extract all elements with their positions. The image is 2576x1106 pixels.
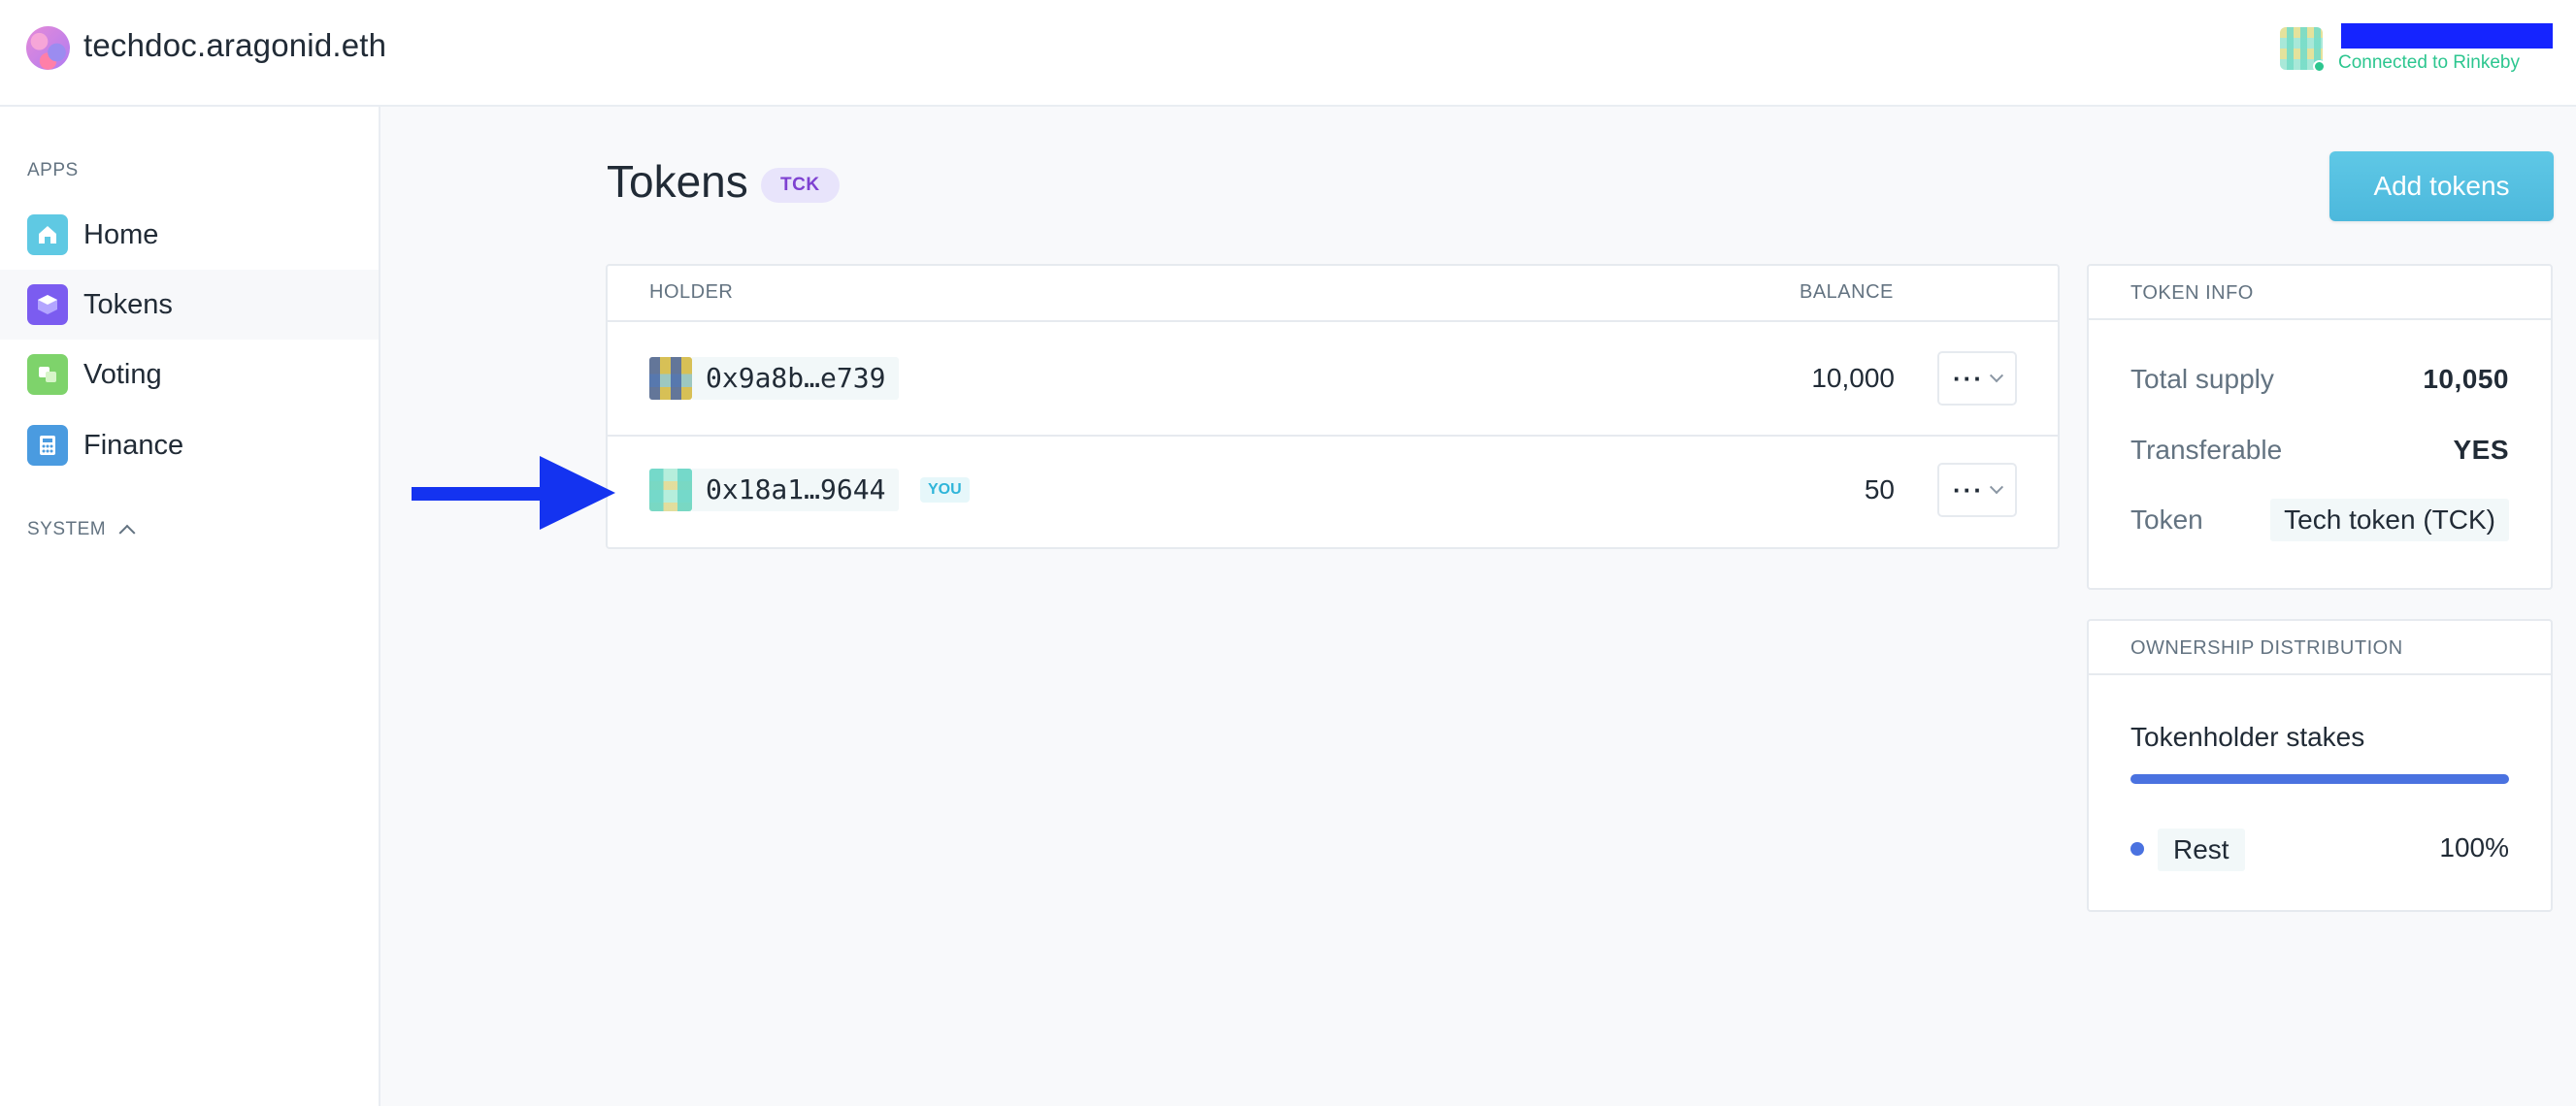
stakes-bar-fill <box>2130 774 2509 784</box>
org-name[interactable]: techdoc.aragonid.eth <box>83 27 386 64</box>
table-row: 0x9a8b…e739 10,000 ··· <box>608 322 2058 435</box>
transferable-row: Transferable YES <box>2130 429 2509 472</box>
sidebar-item-label: Home <box>83 218 159 250</box>
holder-actions-button[interactable]: ··· <box>1937 463 2017 517</box>
transferable-value: YES <box>2453 435 2509 465</box>
finance-icon <box>27 425 68 466</box>
holder-actions-button[interactable]: ··· <box>1937 351 2017 406</box>
sidebar-item-tokens[interactable]: Tokens <box>0 270 379 340</box>
legend-dot <box>2130 842 2144 856</box>
holder-identicon <box>649 469 692 511</box>
legend-percentage: 100% <box>2439 832 2509 862</box>
token-info-heading: TOKEN INFO <box>2089 266 2551 320</box>
more-icon: ··· <box>1953 474 1984 504</box>
token-symbol-badge: TCK <box>761 168 840 203</box>
app-header: techdoc.aragonid.eth Connected to Rinkeb… <box>0 0 2576 107</box>
org-avatar[interactable] <box>26 26 70 70</box>
ownership-distribution-panel: OWNERSHIP DISTRIBUTION Tokenholder stake… <box>2087 619 2553 912</box>
page-title: Tokens <box>607 156 748 207</box>
chevron-down-icon <box>1989 369 2004 383</box>
system-section-toggle[interactable]: SYSTEM <box>27 519 136 541</box>
you-badge: YOU <box>920 477 970 503</box>
holder-address[interactable]: 0x18a1…9644 <box>692 469 900 511</box>
sidebar-item-label: Finance <box>83 429 184 461</box>
connection-status: Connected to Rinkeby <box>2338 52 2520 73</box>
annotation-arrow-icon <box>412 456 615 530</box>
sidebar: APPS Home Tokens Voting Finance SYSTEM <box>0 107 380 1106</box>
holders-table: HOLDER BALANCE 0x9a8b…e739 10,000 ··· 0x… <box>606 264 2060 549</box>
tokens-icon <box>27 284 68 325</box>
system-heading: SYSTEM <box>27 519 107 539</box>
stakes-title: Tokenholder stakes <box>2130 722 2365 752</box>
total-supply-row: Total supply 10,050 <box>2130 358 2509 401</box>
stakes-bar <box>2130 774 2509 784</box>
token-label: Token <box>2130 504 2203 535</box>
main-content <box>380 107 2576 1106</box>
add-tokens-button[interactable]: Add tokens <box>2329 151 2554 221</box>
apps-heading: APPS <box>27 160 79 180</box>
sidebar-item-finance[interactable]: Finance <box>0 410 379 480</box>
legend-label: Rest <box>2158 829 2245 871</box>
balance-column-header: BALANCE <box>1800 281 1894 303</box>
voting-icon <box>27 354 68 395</box>
sidebar-item-label: Voting <box>83 358 162 390</box>
sidebar-item-voting[interactable]: Voting <box>0 340 379 409</box>
transferable-label: Transferable <box>2130 435 2283 465</box>
chevron-up-icon <box>118 524 136 541</box>
total-supply-value: 10,050 <box>2423 364 2509 394</box>
holder-balance: 10,000 <box>1811 363 1895 393</box>
sidebar-item-label: Tokens <box>83 288 173 320</box>
holder-identicon <box>649 357 692 400</box>
sidebar-item-home[interactable]: Home <box>0 200 379 270</box>
account-name-redacted[interactable] <box>2341 23 2553 49</box>
token-info-panel: TOKEN INFO Total supply 10,050 Transfera… <box>2087 264 2553 590</box>
chevron-down-icon <box>1989 480 2004 495</box>
table-row: 0x18a1…9644 YOU 50 ··· <box>608 437 2058 549</box>
holder-balance: 50 <box>1864 474 1895 504</box>
token-row: Token Tech token (TCK) <box>2130 499 2509 541</box>
home-icon <box>27 214 68 255</box>
holder-address[interactable]: 0x9a8b…e739 <box>692 357 900 400</box>
connection-status-dot <box>2313 60 2326 73</box>
token-name-chip: Tech token (TCK) <box>2270 499 2509 541</box>
total-supply-label: Total supply <box>2130 364 2274 394</box>
ownership-heading: OWNERSHIP DISTRIBUTION <box>2089 621 2551 675</box>
holder-column-header: HOLDER <box>649 281 734 303</box>
more-icon: ··· <box>1953 363 1984 393</box>
